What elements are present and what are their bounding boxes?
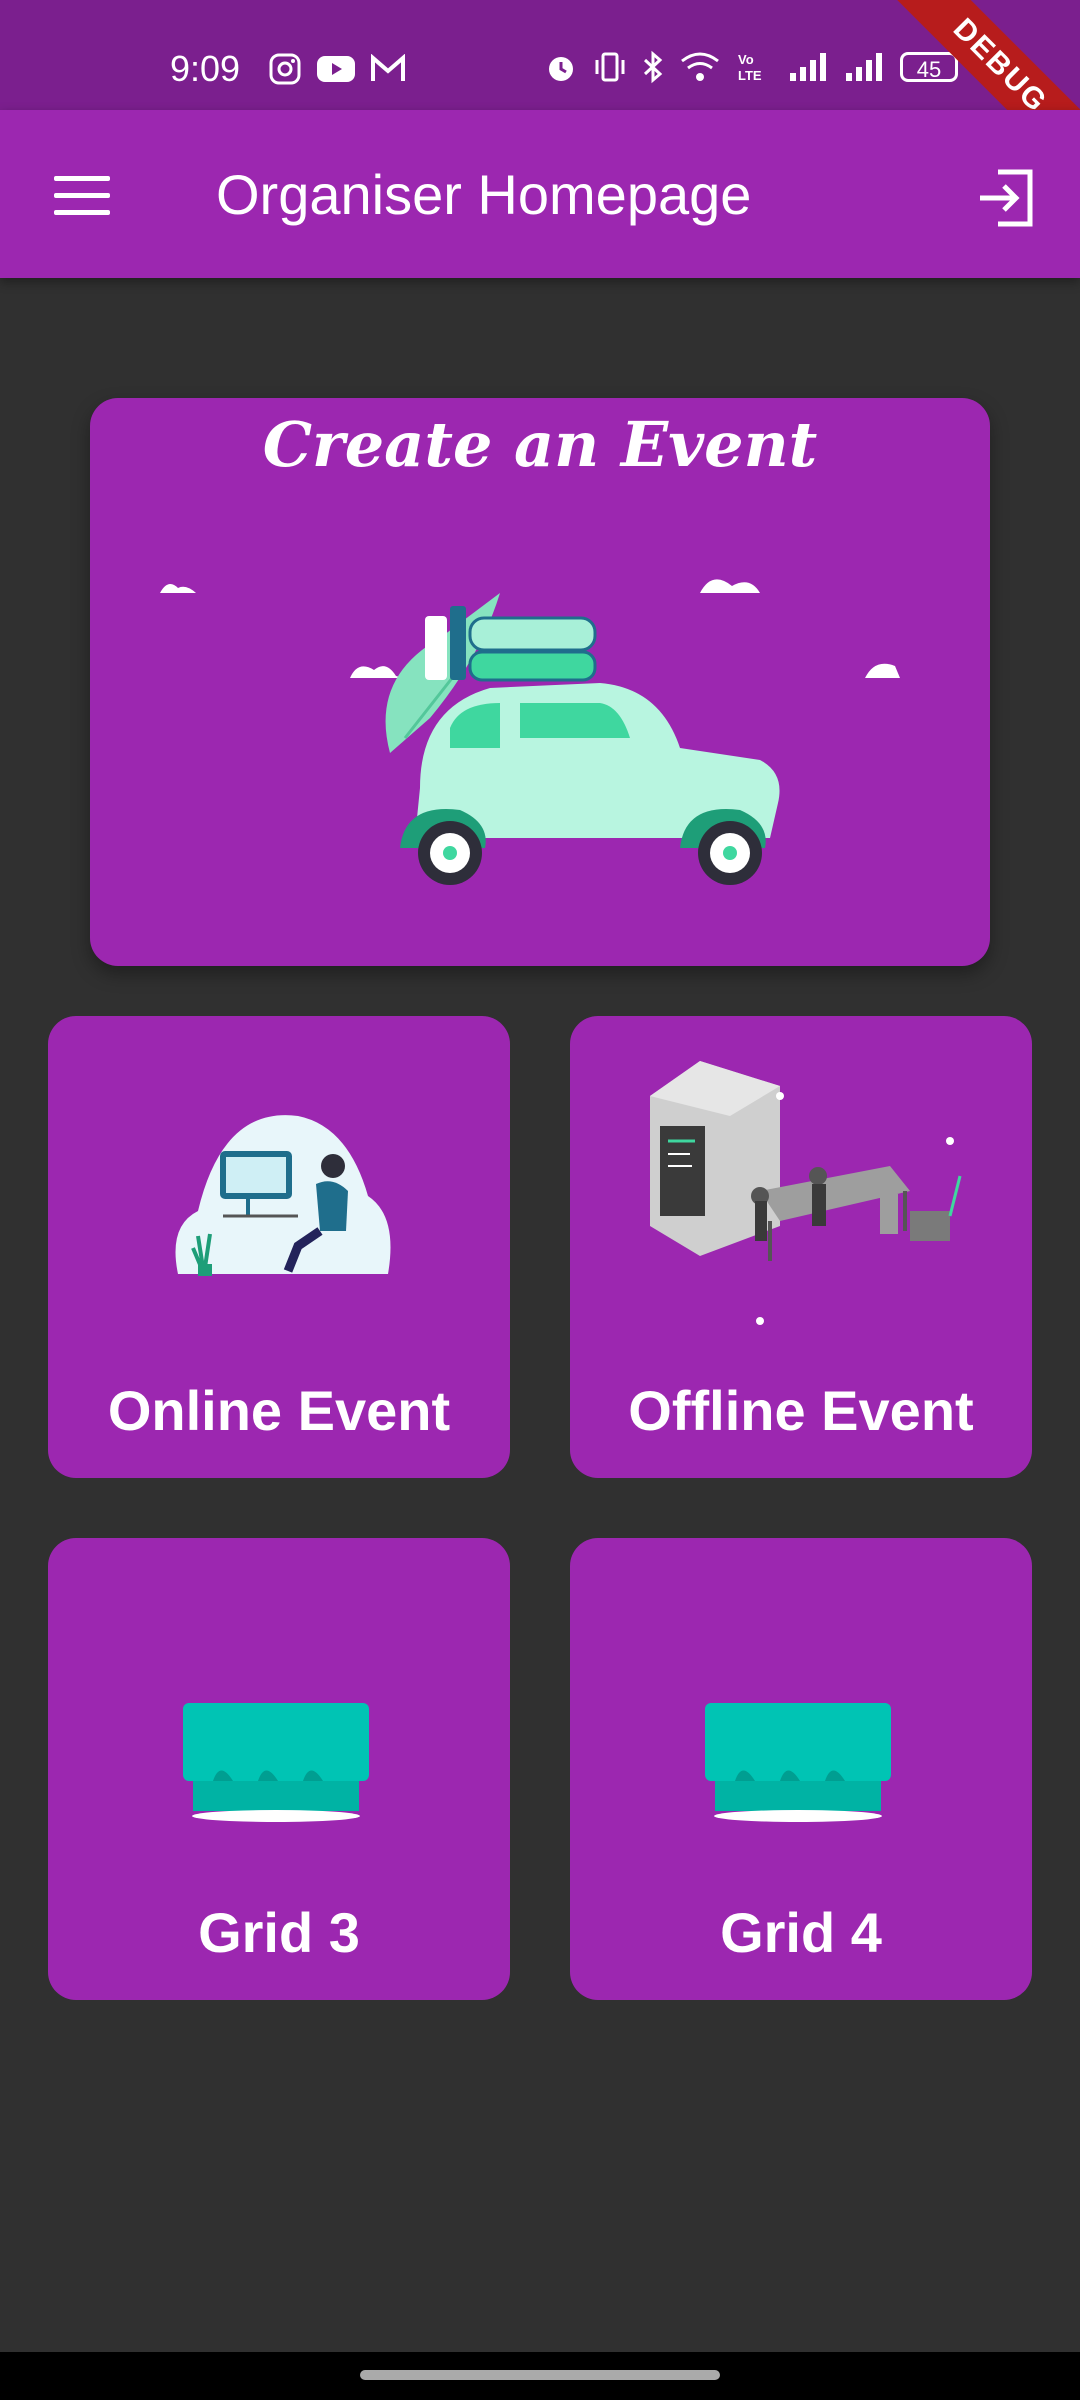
logout-icon[interactable] bbox=[974, 166, 1038, 230]
battery-icon: 45 bbox=[900, 52, 958, 82]
planter-illustration bbox=[183, 1703, 369, 1822]
grid-3-tile[interactable]: Grid 3 bbox=[48, 1538, 510, 2000]
page-title: Organiser Homepage bbox=[216, 163, 752, 226]
svg-text:Vo: Vo bbox=[738, 52, 754, 67]
create-event-title: Create an Event bbox=[262, 408, 818, 481]
car-with-luggage-illustration bbox=[160, 579, 900, 885]
alarm-icon bbox=[549, 57, 573, 81]
offline-event-tile[interactable]: Offline Event bbox=[570, 1016, 1032, 1478]
grid-4-tile[interactable]: Grid 4 bbox=[570, 1538, 1032, 2000]
youtube-icon bbox=[317, 56, 355, 82]
signal-icon bbox=[790, 53, 826, 81]
planter-illustration bbox=[705, 1703, 891, 1822]
tile-label: Offline Event bbox=[628, 1379, 974, 1442]
gmail-icon bbox=[371, 54, 405, 81]
wifi-icon bbox=[681, 52, 719, 81]
status-bar: 9:09 Vo LTE 45 DEBUG bbox=[0, 0, 1080, 191]
instagram-icon bbox=[269, 53, 301, 85]
bluetooth-icon bbox=[643, 50, 663, 84]
factory-conveyor-illustration bbox=[650, 1061, 962, 1325]
home-indicator[interactable] bbox=[360, 2370, 720, 2380]
volte-icon: VoLTE bbox=[738, 52, 762, 83]
status-time: 9:09 bbox=[170, 48, 241, 89]
tile-label: Online Event bbox=[107, 1379, 451, 1442]
person-at-computer-illustration bbox=[175, 1115, 391, 1276]
create-event-card[interactable]: Create an Event bbox=[90, 398, 990, 966]
system-nav-bar bbox=[0, 2352, 1080, 2400]
signal-icon bbox=[846, 53, 882, 81]
tile-label: Grid 4 bbox=[720, 1901, 882, 1964]
vibrate-icon bbox=[595, 52, 625, 82]
status-left-icons bbox=[268, 52, 406, 86]
status-right-icons: Vo LTE 45 bbox=[544, 50, 958, 84]
online-event-tile[interactable]: Online Event bbox=[48, 1016, 510, 1478]
menu-icon[interactable] bbox=[54, 176, 112, 216]
tile-label: Grid 3 bbox=[198, 1901, 360, 1964]
svg-text:LTE: LTE bbox=[738, 68, 762, 83]
app-bar: Organiser Homepage bbox=[0, 110, 1080, 278]
